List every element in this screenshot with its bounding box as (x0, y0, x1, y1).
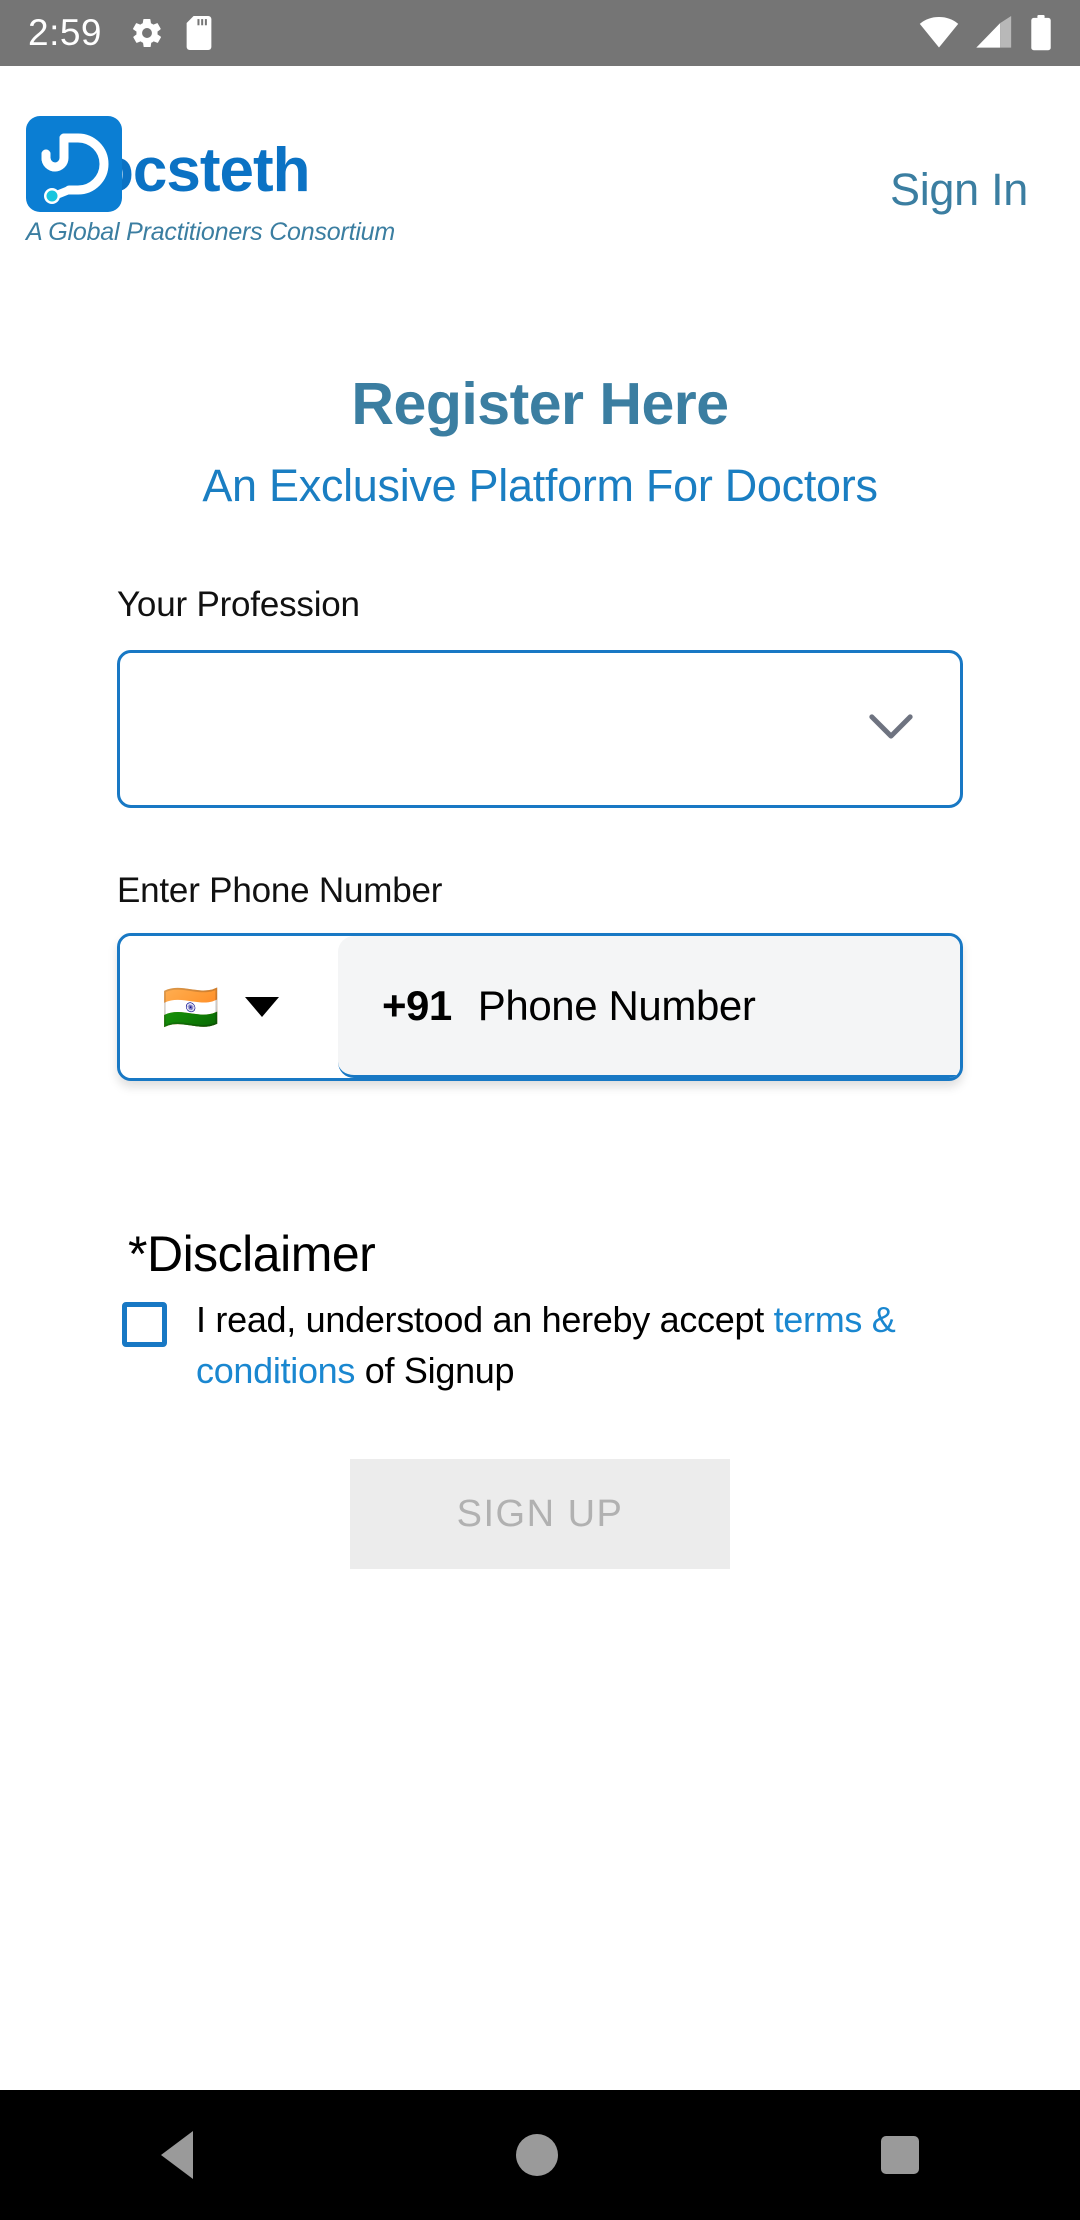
profession-select[interactable] (117, 650, 963, 808)
page-title: Register Here (351, 371, 729, 437)
phone-input[interactable]: +91 Phone Number (338, 936, 960, 1078)
wifi-icon (919, 17, 959, 48)
status-left-icons (130, 16, 212, 50)
status-right-icons (918, 15, 1052, 51)
gear-icon (133, 18, 161, 48)
brand-row: ocsteth (26, 116, 395, 212)
disclaimer-title: *Disclaimer (128, 1226, 376, 1282)
country-code-value: +91 (382, 981, 452, 1029)
country-code-select[interactable]: 🇮🇳 (120, 936, 338, 1078)
phone-number-field: 🇮🇳 +91 Phone Number (117, 933, 963, 1081)
india-flag-icon: 🇮🇳 (162, 981, 220, 1033)
app-screen: 2:59 ocsteth A Global Practitioners Cons… (0, 0, 1080, 2220)
back-icon[interactable] (161, 2131, 194, 2179)
caret-down-icon (245, 997, 280, 1017)
cellular-signal-icon (976, 16, 1012, 48)
sign-up-button[interactable]: SIGN UP (350, 1459, 730, 1569)
terms-consent-row: I read, understood an hereby accept term… (0, 1294, 1080, 1396)
home-icon[interactable] (515, 2134, 558, 2176)
terms-consent-text: I read, understood an hereby accept term… (196, 1294, 970, 1396)
brand-wordmark: ocsteth (96, 136, 310, 205)
terms-checkbox[interactable] (122, 1302, 167, 1347)
android-navigation-bar (0, 2090, 1080, 2220)
terms-text-before: I read, understood an hereby accept (196, 1299, 774, 1340)
status-time: 2:59 (28, 12, 103, 53)
brand-logo: ocsteth A Global Practitioners Consortiu… (26, 116, 395, 247)
recents-icon[interactable] (880, 2136, 919, 2174)
phone-label: Enter Phone Number (117, 871, 443, 910)
sign-in-link[interactable]: Sign In (890, 164, 1028, 216)
status-bar: 2:59 (0, 0, 1080, 66)
page-title-block: Register Here An Exclusive Platform For … (0, 370, 1080, 512)
phone-input-placeholder: Phone Number (477, 981, 756, 1029)
brand-tagline: A Global Practitioners Consortium (26, 218, 396, 246)
sd-card-icon (186, 16, 212, 50)
app-header: ocsteth A Global Practitioners Consortiu… (0, 66, 1080, 296)
battery-icon (1031, 15, 1051, 51)
page-subtitle: An Exclusive Platform For Doctors (202, 460, 878, 511)
registration-form: Your Profession Enter Phone Number 🇮🇳 +9… (0, 585, 1080, 1081)
docsteth-stethoscope-logo-icon (26, 116, 122, 212)
disclaimer-section: *Disclaimer I read, understood an hereby… (0, 1225, 1080, 1396)
profession-label: Your Profession (117, 585, 360, 624)
terms-text-after: of Signup (355, 1350, 515, 1392)
chevron-down-icon (868, 713, 914, 746)
